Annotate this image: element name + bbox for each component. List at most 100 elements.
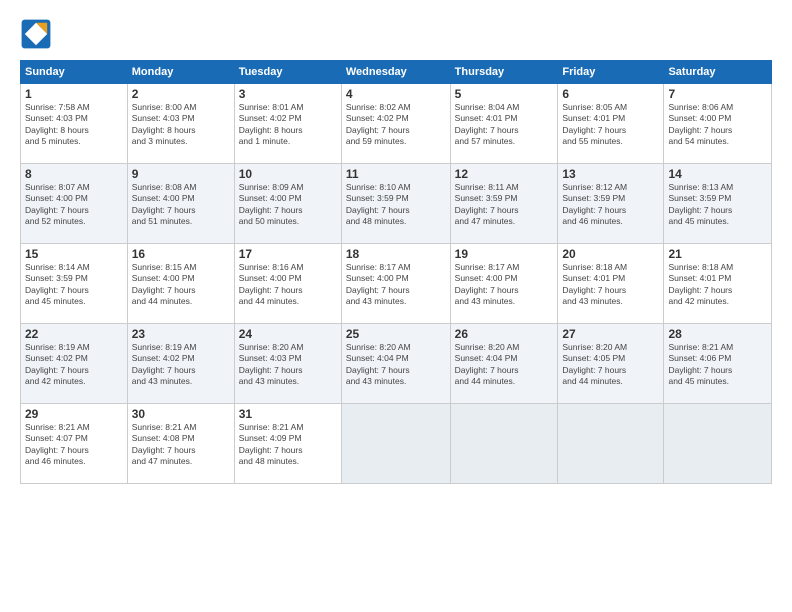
day-info: Sunrise: 8:21 AM Sunset: 4:06 PM Dayligh…: [668, 342, 767, 388]
day-number: 7: [668, 87, 767, 101]
day-number: 17: [239, 247, 337, 261]
day-number: 2: [132, 87, 230, 101]
day-cell: 16Sunrise: 8:15 AM Sunset: 4:00 PM Dayli…: [127, 244, 234, 324]
day-number: 6: [562, 87, 659, 101]
day-number: 18: [346, 247, 446, 261]
day-number: 26: [455, 327, 554, 341]
day-cell: 5Sunrise: 8:04 AM Sunset: 4:01 PM Daylig…: [450, 84, 558, 164]
calendar-table: SundayMondayTuesdayWednesdayThursdayFrid…: [20, 60, 772, 484]
day-number: 13: [562, 167, 659, 181]
day-info: Sunrise: 8:11 AM Sunset: 3:59 PM Dayligh…: [455, 182, 554, 228]
day-cell: [664, 404, 772, 484]
day-cell: 11Sunrise: 8:10 AM Sunset: 3:59 PM Dayli…: [341, 164, 450, 244]
day-info: Sunrise: 8:00 AM Sunset: 4:03 PM Dayligh…: [132, 102, 230, 148]
week-row-3: 15Sunrise: 8:14 AM Sunset: 3:59 PM Dayli…: [21, 244, 772, 324]
day-cell: 14Sunrise: 8:13 AM Sunset: 3:59 PM Dayli…: [664, 164, 772, 244]
day-cell: 31Sunrise: 8:21 AM Sunset: 4:09 PM Dayli…: [234, 404, 341, 484]
day-cell: [450, 404, 558, 484]
day-number: 10: [239, 167, 337, 181]
day-info: Sunrise: 8:16 AM Sunset: 4:00 PM Dayligh…: [239, 262, 337, 308]
day-number: 22: [25, 327, 123, 341]
day-number: 11: [346, 167, 446, 181]
day-info: Sunrise: 8:19 AM Sunset: 4:02 PM Dayligh…: [132, 342, 230, 388]
day-info: Sunrise: 8:14 AM Sunset: 3:59 PM Dayligh…: [25, 262, 123, 308]
day-info: Sunrise: 8:21 AM Sunset: 4:08 PM Dayligh…: [132, 422, 230, 468]
calendar-header: SundayMondayTuesdayWednesdayThursdayFrid…: [21, 61, 772, 84]
day-info: Sunrise: 8:19 AM Sunset: 4:02 PM Dayligh…: [25, 342, 123, 388]
day-info: Sunrise: 8:21 AM Sunset: 4:07 PM Dayligh…: [25, 422, 123, 468]
day-info: Sunrise: 8:20 AM Sunset: 4:05 PM Dayligh…: [562, 342, 659, 388]
day-info: Sunrise: 8:01 AM Sunset: 4:02 PM Dayligh…: [239, 102, 337, 148]
day-cell: 3Sunrise: 8:01 AM Sunset: 4:02 PM Daylig…: [234, 84, 341, 164]
day-cell: 27Sunrise: 8:20 AM Sunset: 4:05 PM Dayli…: [558, 324, 664, 404]
day-number: 20: [562, 247, 659, 261]
calendar-page: SundayMondayTuesdayWednesdayThursdayFrid…: [0, 0, 792, 612]
day-number: 8: [25, 167, 123, 181]
header-cell-saturday: Saturday: [664, 61, 772, 84]
header-row: SundayMondayTuesdayWednesdayThursdayFrid…: [21, 61, 772, 84]
day-info: Sunrise: 8:20 AM Sunset: 4:04 PM Dayligh…: [455, 342, 554, 388]
day-info: Sunrise: 7:58 AM Sunset: 4:03 PM Dayligh…: [25, 102, 123, 148]
day-number: 21: [668, 247, 767, 261]
day-cell: 15Sunrise: 8:14 AM Sunset: 3:59 PM Dayli…: [21, 244, 128, 324]
day-cell: 17Sunrise: 8:16 AM Sunset: 4:00 PM Dayli…: [234, 244, 341, 324]
day-number: 23: [132, 327, 230, 341]
week-row-5: 29Sunrise: 8:21 AM Sunset: 4:07 PM Dayli…: [21, 404, 772, 484]
day-info: Sunrise: 8:08 AM Sunset: 4:00 PM Dayligh…: [132, 182, 230, 228]
day-cell: 25Sunrise: 8:20 AM Sunset: 4:04 PM Dayli…: [341, 324, 450, 404]
day-cell: 24Sunrise: 8:20 AM Sunset: 4:03 PM Dayli…: [234, 324, 341, 404]
day-number: 27: [562, 327, 659, 341]
day-number: 14: [668, 167, 767, 181]
day-cell: 6Sunrise: 8:05 AM Sunset: 4:01 PM Daylig…: [558, 84, 664, 164]
header-cell-monday: Monday: [127, 61, 234, 84]
day-cell: 23Sunrise: 8:19 AM Sunset: 4:02 PM Dayli…: [127, 324, 234, 404]
day-cell: 4Sunrise: 8:02 AM Sunset: 4:02 PM Daylig…: [341, 84, 450, 164]
day-cell: 9Sunrise: 8:08 AM Sunset: 4:00 PM Daylig…: [127, 164, 234, 244]
day-number: 29: [25, 407, 123, 421]
day-cell: 21Sunrise: 8:18 AM Sunset: 4:01 PM Dayli…: [664, 244, 772, 324]
day-cell: 29Sunrise: 8:21 AM Sunset: 4:07 PM Dayli…: [21, 404, 128, 484]
day-cell: [341, 404, 450, 484]
header-cell-friday: Friday: [558, 61, 664, 84]
day-number: 1: [25, 87, 123, 101]
day-info: Sunrise: 8:18 AM Sunset: 4:01 PM Dayligh…: [562, 262, 659, 308]
day-info: Sunrise: 8:12 AM Sunset: 3:59 PM Dayligh…: [562, 182, 659, 228]
day-number: 28: [668, 327, 767, 341]
day-cell: [558, 404, 664, 484]
day-number: 16: [132, 247, 230, 261]
day-number: 19: [455, 247, 554, 261]
day-info: Sunrise: 8:09 AM Sunset: 4:00 PM Dayligh…: [239, 182, 337, 228]
header-cell-thursday: Thursday: [450, 61, 558, 84]
day-cell: 22Sunrise: 8:19 AM Sunset: 4:02 PM Dayli…: [21, 324, 128, 404]
day-cell: 13Sunrise: 8:12 AM Sunset: 3:59 PM Dayli…: [558, 164, 664, 244]
calendar-body: 1Sunrise: 7:58 AM Sunset: 4:03 PM Daylig…: [21, 84, 772, 484]
day-number: 15: [25, 247, 123, 261]
day-info: Sunrise: 8:21 AM Sunset: 4:09 PM Dayligh…: [239, 422, 337, 468]
day-info: Sunrise: 8:15 AM Sunset: 4:00 PM Dayligh…: [132, 262, 230, 308]
day-cell: 18Sunrise: 8:17 AM Sunset: 4:00 PM Dayli…: [341, 244, 450, 324]
day-cell: 19Sunrise: 8:17 AM Sunset: 4:00 PM Dayli…: [450, 244, 558, 324]
day-info: Sunrise: 8:13 AM Sunset: 3:59 PM Dayligh…: [668, 182, 767, 228]
day-cell: 12Sunrise: 8:11 AM Sunset: 3:59 PM Dayli…: [450, 164, 558, 244]
day-cell: 2Sunrise: 8:00 AM Sunset: 4:03 PM Daylig…: [127, 84, 234, 164]
day-cell: 28Sunrise: 8:21 AM Sunset: 4:06 PM Dayli…: [664, 324, 772, 404]
day-cell: 1Sunrise: 7:58 AM Sunset: 4:03 PM Daylig…: [21, 84, 128, 164]
day-info: Sunrise: 8:20 AM Sunset: 4:03 PM Dayligh…: [239, 342, 337, 388]
day-cell: 8Sunrise: 8:07 AM Sunset: 4:00 PM Daylig…: [21, 164, 128, 244]
header-cell-tuesday: Tuesday: [234, 61, 341, 84]
day-info: Sunrise: 8:07 AM Sunset: 4:00 PM Dayligh…: [25, 182, 123, 228]
day-cell: 26Sunrise: 8:20 AM Sunset: 4:04 PM Dayli…: [450, 324, 558, 404]
day-cell: 30Sunrise: 8:21 AM Sunset: 4:08 PM Dayli…: [127, 404, 234, 484]
day-number: 3: [239, 87, 337, 101]
day-info: Sunrise: 8:18 AM Sunset: 4:01 PM Dayligh…: [668, 262, 767, 308]
day-info: Sunrise: 8:04 AM Sunset: 4:01 PM Dayligh…: [455, 102, 554, 148]
day-number: 4: [346, 87, 446, 101]
week-row-4: 22Sunrise: 8:19 AM Sunset: 4:02 PM Dayli…: [21, 324, 772, 404]
day-number: 12: [455, 167, 554, 181]
day-info: Sunrise: 8:06 AM Sunset: 4:00 PM Dayligh…: [668, 102, 767, 148]
day-info: Sunrise: 8:10 AM Sunset: 3:59 PM Dayligh…: [346, 182, 446, 228]
day-cell: 10Sunrise: 8:09 AM Sunset: 4:00 PM Dayli…: [234, 164, 341, 244]
day-number: 24: [239, 327, 337, 341]
day-number: 9: [132, 167, 230, 181]
day-info: Sunrise: 8:17 AM Sunset: 4:00 PM Dayligh…: [455, 262, 554, 308]
